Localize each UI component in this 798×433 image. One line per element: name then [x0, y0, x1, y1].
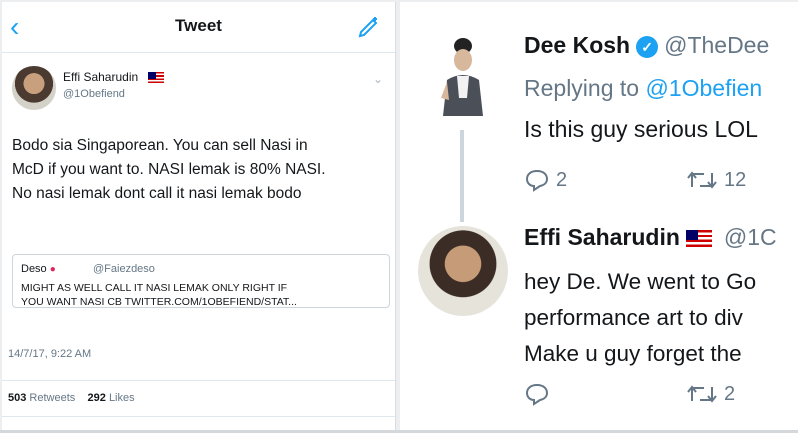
- quote-author-handle: @Faiezdeso: [93, 263, 155, 275]
- retweet-count[interactable]: 503: [8, 392, 26, 404]
- answer-text: hey De. We went to Go performance art to…: [524, 264, 756, 372]
- reply-action[interactable]: 2: [524, 168, 567, 192]
- retweet-count: 12: [724, 168, 747, 191]
- reply-count: 2: [556, 168, 568, 191]
- verified-badge-icon: ✓: [636, 35, 659, 58]
- balloon-emoji-icon: ●: [49, 264, 56, 275]
- reply-text: Is this guy serious LOL: [524, 116, 758, 142]
- malaysia-flag-icon: [685, 230, 712, 248]
- dee-kosh-avatar[interactable]: [433, 36, 493, 116]
- quote-author-name: Deso: [21, 263, 47, 275]
- retweets-label[interactable]: Retweets: [29, 392, 75, 404]
- answer-line: performance art to div: [524, 305, 743, 330]
- reply-author-name: Dee Kosh: [524, 32, 631, 58]
- tweet-line: McD if you want to. NASI lemak is 80% NA…: [12, 161, 326, 178]
- retweet-icon: [687, 171, 717, 189]
- compose-tweet-icon[interactable]: [357, 15, 381, 44]
- reply-action[interactable]: [524, 382, 550, 406]
- effi-saharudin-avatar[interactable]: [418, 226, 508, 316]
- retweet-icon: [687, 385, 717, 403]
- quote-author: Deso ●: [21, 263, 56, 275]
- reply-bubble-icon: [525, 383, 549, 406]
- replying-to-prefix: Replying to: [524, 75, 640, 101]
- author-name: Effi Saharudin: [63, 70, 139, 84]
- malaysia-flag-icon: [147, 72, 164, 84]
- answer-author-handle: @1C: [723, 224, 777, 250]
- reply-author-handle: @TheDee: [664, 32, 770, 58]
- likes-label[interactable]: Likes: [109, 392, 135, 404]
- answer-author-name: Effi Saharudin: [524, 224, 680, 250]
- thread-connector-line: [460, 130, 464, 222]
- author-avatar[interactable]: [12, 66, 56, 110]
- answer-author-row[interactable]: Effi Saharudin @1C: [524, 224, 777, 251]
- like-count[interactable]: 292: [88, 392, 106, 404]
- top-bar: ‹ Tweet: [2, 2, 395, 53]
- tweet-timestamp: 14/7/17, 9:22 AM: [8, 348, 92, 360]
- tweet-line: No nasi lemak dont call it nasi lemak bo…: [12, 185, 302, 202]
- divider: [2, 380, 395, 381]
- tweet-line: Bodo sia Singaporean. You can sell Nasi …: [12, 137, 308, 154]
- retweet-count: 2: [724, 382, 736, 405]
- reply-thread-panel: Dee Kosh ✓ @TheDee Replying to @1Obefien I…: [400, 2, 798, 430]
- page-title: Tweet: [175, 16, 222, 35]
- divider: [2, 416, 395, 417]
- tweet-detail-panel: ‹ Tweet Effi Saharudin @1Obefiend ⌄ Bodo…: [2, 2, 396, 430]
- quote-line: YOU WANT NASI CB twitter.com/1obefiend/s…: [21, 296, 297, 308]
- reply-author-row[interactable]: Dee Kosh ✓ @TheDee: [524, 32, 769, 59]
- answer-line: hey De. We went to Go: [524, 269, 757, 294]
- quote-text: MIGHT AS WELL CALL IT NASI LEMAK ONLY RI…: [21, 281, 381, 309]
- tweet-text: Bodo sia Singaporean. You can sell Nasi …: [12, 134, 392, 206]
- author-handle[interactable]: @1Obefiend: [63, 88, 125, 100]
- answer-line: Make u guy forget the: [524, 341, 742, 366]
- reply-bubble-icon: [525, 169, 549, 192]
- quoted-tweet-card[interactable]: Deso ● @Faiezdeso MIGHT AS WELL CALL IT …: [12, 254, 390, 308]
- author-name-row[interactable]: Effi Saharudin: [63, 70, 164, 84]
- chevron-down-icon[interactable]: ⌄: [373, 72, 383, 86]
- replying-to-line: Replying to @1Obefien: [524, 75, 762, 102]
- retweet-action[interactable]: 12: [686, 168, 746, 192]
- quote-line: MIGHT AS WELL CALL IT NASI LEMAK ONLY RI…: [21, 282, 288, 294]
- retweet-action[interactable]: 2: [686, 382, 735, 406]
- replying-to-mention[interactable]: @1Obefien: [645, 75, 762, 101]
- engagement-stats: 503 Retweets 292 Likes: [8, 392, 135, 404]
